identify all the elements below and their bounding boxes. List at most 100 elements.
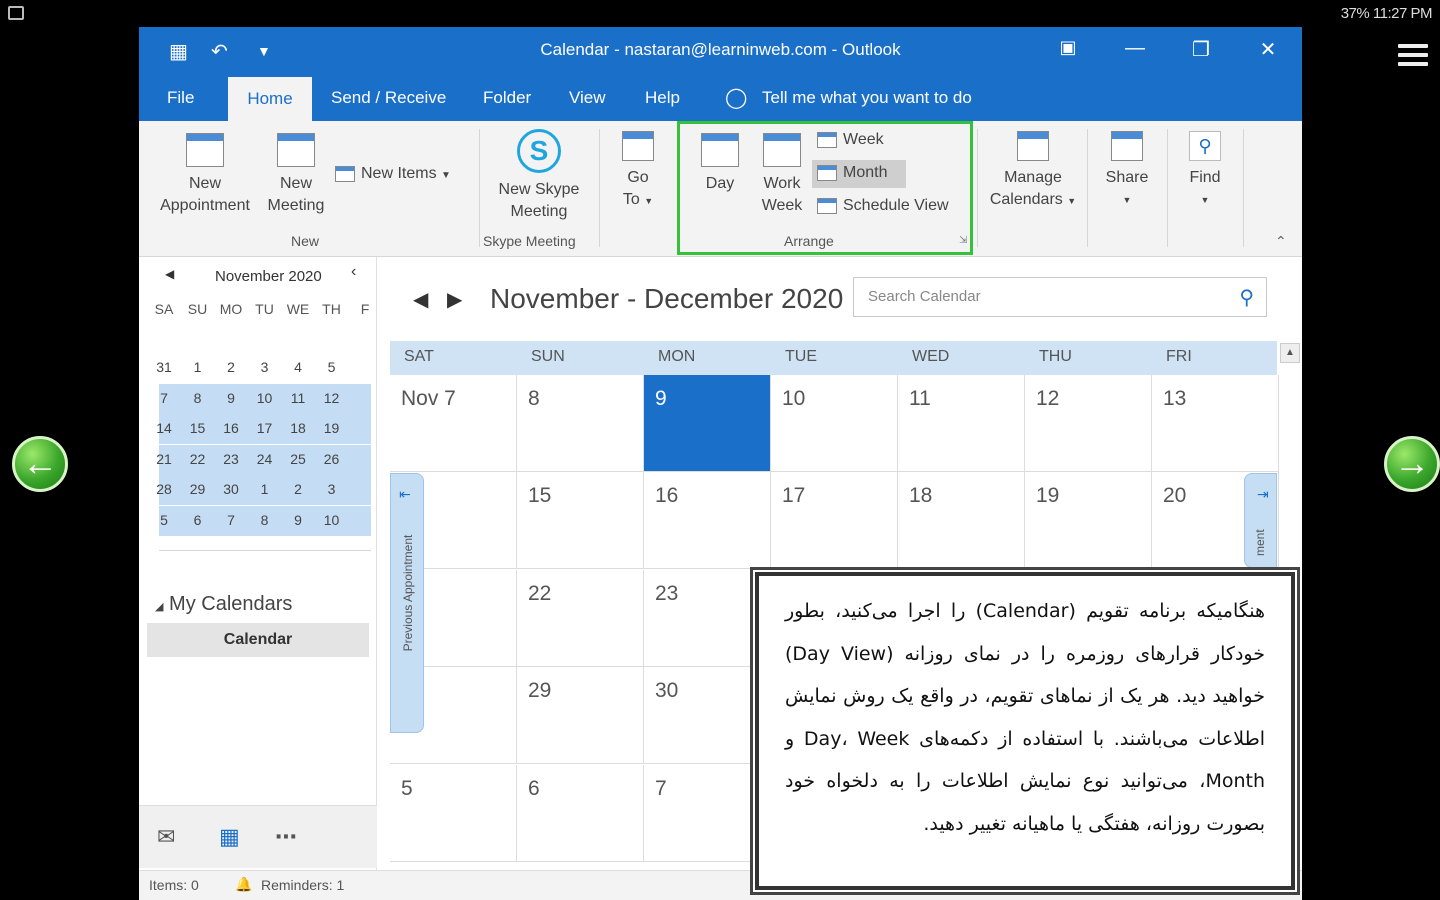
mini-calendar-day[interactable]: 15 <box>181 420 215 436</box>
mini-calendar-day[interactable]: 26 <box>315 451 349 467</box>
mini-calendar-day[interactable]: 6 <box>181 512 215 528</box>
go-to-button[interactable]: Go To ▼ <box>613 131 663 212</box>
day-number: 29 <box>528 679 552 703</box>
day-cell[interactable]: 8 <box>517 375 644 472</box>
mini-calendar-day[interactable]: 7 <box>214 512 248 528</box>
day-cell[interactable]: 19 <box>1025 472 1152 570</box>
more-icon[interactable]: ⋯ <box>275 824 297 850</box>
day-cell[interactable]: 23 <box>644 569 771 667</box>
tell-me-search[interactable]: Tell me what you want to do <box>762 88 972 108</box>
mini-calendar-day[interactable]: 18 <box>281 420 315 436</box>
search-icon[interactable]: ⚲ <box>1239 285 1254 310</box>
mini-calendar-day[interactable]: 14 <box>147 420 181 436</box>
mini-calendar-day[interactable]: 29 <box>181 481 215 497</box>
new-meeting-button[interactable]: New Meeting <box>261 133 331 217</box>
calendar-nav-icon[interactable]: ▦ <box>219 824 240 850</box>
mini-calendar-day[interactable]: 3 <box>248 359 282 375</box>
day-cell[interactable]: 30 <box>644 667 771 765</box>
mail-icon[interactable]: ✉ <box>157 824 175 850</box>
share-button[interactable]: Share ▼ <box>1097 131 1157 211</box>
day-cell[interactable]: 6 <box>517 764 644 862</box>
tab-help[interactable]: Help <box>645 88 680 108</box>
calendar-forward-icon[interactable]: ▶ <box>447 287 462 312</box>
close-icon[interactable]: ✕ <box>1253 37 1283 62</box>
menu-icon[interactable] <box>1398 44 1428 68</box>
day-cell[interactable]: 22 <box>517 569 644 667</box>
new-skype-meeting-button[interactable]: S New Skype Meeting <box>487 129 591 223</box>
previous-slide-arrow-icon[interactable]: ← <box>12 436 68 492</box>
tab-view[interactable]: View <box>569 88 606 108</box>
previous-appointment-tab[interactable]: ⇤ Previous Appointment <box>390 473 424 733</box>
day-cell[interactable]: 5 <box>390 764 517 862</box>
mini-calendar-day[interactable]: 7 <box>147 390 181 406</box>
mini-calendar-day[interactable]: 17 <box>248 420 282 436</box>
calendar-folder-item[interactable]: Calendar <box>147 623 369 657</box>
day-cell[interactable]: 13 <box>1152 375 1279 472</box>
mini-calendar-week[interactable]: 14 15 16 17 18 19 <box>156 414 371 444</box>
mini-calendar-day[interactable]: 1 <box>181 359 215 375</box>
mini-calendar-day[interactable]: 9 <box>281 512 315 528</box>
mini-calendar-day[interactable]: 23 <box>214 451 248 467</box>
new-appointment-button[interactable]: New Appointment <box>151 133 259 217</box>
find-button[interactable]: ⚲ Find ▼ <box>1177 131 1233 211</box>
collapse-pane-icon[interactable]: ‹ <box>351 263 356 281</box>
mini-calendar-week[interactable]: 21 22 23 24 25 26 <box>156 444 371 475</box>
next-appointment-tab[interactable]: ⇥ ment <box>1244 473 1277 568</box>
mini-calendar-day[interactable]: 5 <box>147 512 181 528</box>
mini-calendar-prev-icon[interactable]: ◀ <box>165 267 174 281</box>
minimize-icon[interactable]: — <box>1120 37 1150 60</box>
mini-calendar-day[interactable]: 2 <box>214 359 248 375</box>
tab-folder[interactable]: Folder <box>483 88 531 108</box>
mini-calendar-week[interactable]: 7 8 9 10 11 12 <box>159 383 371 414</box>
day-cell[interactable]: 29 <box>517 667 644 765</box>
mini-calendar-day[interactable]: 22 <box>181 451 215 467</box>
day-cell[interactable]: 9 <box>644 375 771 472</box>
tab-home[interactable]: Home <box>228 77 312 121</box>
day-cell[interactable]: 18 <box>898 472 1025 570</box>
mini-calendar-day[interactable]: 1 <box>248 481 282 497</box>
scroll-up-icon[interactable]: ▲ <box>1280 343 1300 363</box>
tab-file[interactable]: File <box>167 88 194 108</box>
new-items-button[interactable]: New Items ▼ <box>335 165 451 183</box>
day-cell[interactable]: 16 <box>644 472 771 570</box>
tab-send-receive[interactable]: Send / Receive <box>331 88 446 108</box>
manage-calendars-button[interactable]: Manage Calendars ▼ <box>983 131 1083 212</box>
mini-calendar-week[interactable]: 5 6 7 8 9 10 <box>159 505 371 536</box>
reminders-count[interactable]: Reminders: 1 <box>261 877 344 893</box>
day-cell[interactable]: Nov 7 <box>390 375 517 472</box>
mini-calendar-week[interactable]: 31 1 2 3 4 5 <box>156 353 371 383</box>
day-cell[interactable]: 17 <box>771 472 898 570</box>
mini-calendar-day[interactable]: 30 <box>214 481 248 497</box>
mini-calendar-day[interactable]: 21 <box>147 451 181 467</box>
mini-calendar-day[interactable]: 28 <box>147 481 181 497</box>
calendar-back-icon[interactable]: ◀ <box>413 287 428 312</box>
mini-calendar-day[interactable]: 5 <box>315 359 349 375</box>
mini-calendar-day[interactable]: 9 <box>214 390 248 406</box>
search-calendar-input[interactable]: Search Calendar ⚲ <box>853 277 1267 317</box>
day-cell[interactable]: 7 <box>644 764 771 862</box>
day-cell[interactable]: 11 <box>898 375 1025 472</box>
mini-calendar-day[interactable]: 3 <box>315 481 349 497</box>
restore-icon[interactable]: ❐ <box>1186 37 1216 62</box>
next-slide-arrow-icon[interactable]: → <box>1384 436 1440 492</box>
mini-calendar-day[interactable]: 12 <box>315 390 349 406</box>
mini-calendar-day[interactable]: 8 <box>248 512 282 528</box>
ribbon-display-icon[interactable]: ▣ <box>1053 37 1083 58</box>
mini-calendar-day[interactable]: 16 <box>214 420 248 436</box>
mini-calendar-day[interactable]: 10 <box>248 390 282 406</box>
mini-calendar-day[interactable]: 25 <box>281 451 315 467</box>
day-cell[interactable]: 15 <box>517 472 644 570</box>
day-cell[interactable]: 12 <box>1025 375 1152 472</box>
mini-calendar-day[interactable]: 11 <box>281 390 315 406</box>
mini-calendar-day[interactable]: 31 <box>147 359 181 375</box>
day-cell[interactable]: 10 <box>771 375 898 472</box>
mini-calendar-day[interactable]: 2 <box>281 481 315 497</box>
mini-calendar-day[interactable]: 8 <box>181 390 215 406</box>
collapse-ribbon-icon[interactable]: ⌃ <box>1275 233 1287 250</box>
mini-calendar-week[interactable]: 28 29 30 1 2 3 <box>156 475 371 505</box>
mini-calendar-day[interactable]: 10 <box>315 512 349 528</box>
mini-calendar-day[interactable]: 4 <box>281 359 315 375</box>
mini-calendar-day[interactable]: 24 <box>248 451 282 467</box>
my-calendars-header[interactable]: ◢ My Calendars <box>155 593 292 616</box>
mini-calendar-day[interactable]: 19 <box>315 420 349 436</box>
